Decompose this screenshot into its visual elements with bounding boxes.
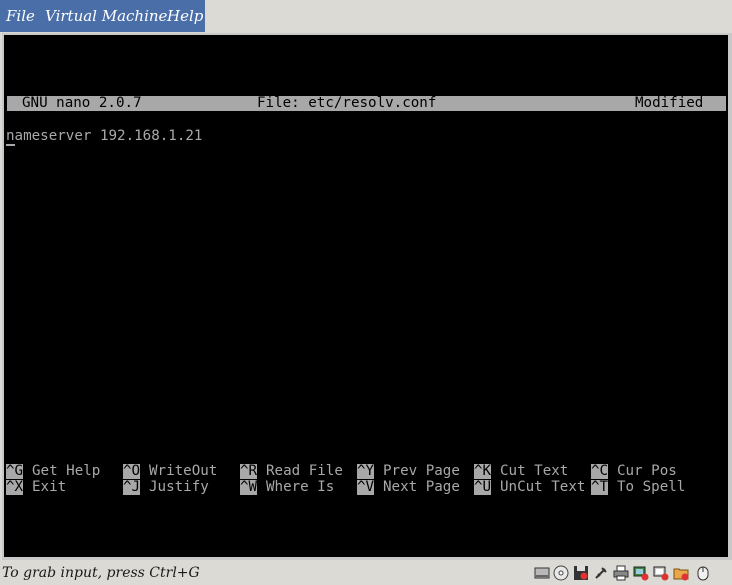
shortcut-key: ^T <box>591 479 609 495</box>
text-cursor <box>6 144 15 146</box>
shortcut-key: ^G <box>6 463 24 479</box>
shortcut-next-page: Next Page <box>383 479 460 495</box>
shortcut-key: ^V <box>357 479 375 495</box>
shortcut-uncut-text: UnCut Text <box>500 479 586 495</box>
hard-disk-icon[interactable] <box>534 565 550 581</box>
cd-icon[interactable] <box>553 565 569 581</box>
shortcut-get-help: Get Help <box>32 463 101 479</box>
menu-virtual-machine[interactable]: Virtual Machine <box>45 7 167 25</box>
floppy-icon[interactable] <box>573 565 589 581</box>
network-2-icon[interactable] <box>653 565 669 581</box>
menu-bar: File Virtual Machine Help <box>0 0 732 32</box>
shortcut-key: ^X <box>6 479 24 495</box>
shortcut-to-spell: To Spell <box>617 479 686 495</box>
shortcut-key: ^K <box>474 463 492 479</box>
editor-line-1[interactable]: nameserver 192.168.1.21 <box>6 128 202 144</box>
shortcut-cut-text: Cut Text <box>500 463 569 479</box>
shortcut-prev-page: Prev Page <box>383 463 460 479</box>
shortcut-where-is: Where Is <box>266 479 335 495</box>
shortcut-key: ^Y <box>357 463 375 479</box>
shortcut-cur-pos: Cur Pos <box>617 463 677 479</box>
shortcut-justify: Justify <box>149 479 209 495</box>
shortcut-key: ^R <box>240 463 258 479</box>
shortcut-key: ^O <box>123 463 141 479</box>
shortcut-key: ^W <box>240 479 258 495</box>
shortcut-read-file: Read File <box>266 463 343 479</box>
shortcut-key: ^J <box>123 479 141 495</box>
nano-version: GNU nano 2.0.7 <box>22 95 142 111</box>
shortcut-key: ^U <box>474 479 492 495</box>
shared-folder-icon[interactable] <box>673 565 689 581</box>
nano-filename: File: etc/resolv.conf <box>257 95 437 111</box>
shortcut-key: ^C <box>591 463 609 479</box>
shortcut-writeout: WriteOut <box>149 463 218 479</box>
network-icon[interactable] <box>633 565 649 581</box>
menu-help[interactable]: Help <box>167 7 203 25</box>
printer-icon[interactable] <box>613 565 629 581</box>
mouse-grab-icon[interactable] <box>695 565 711 581</box>
usb-icon[interactable] <box>593 565 609 581</box>
menu-file[interactable]: File <box>6 7 35 25</box>
status-message: To grab input, press Ctrl+G <box>2 565 200 581</box>
shortcut-exit: Exit <box>32 479 67 495</box>
nano-modified-status: Modified <box>635 95 704 111</box>
